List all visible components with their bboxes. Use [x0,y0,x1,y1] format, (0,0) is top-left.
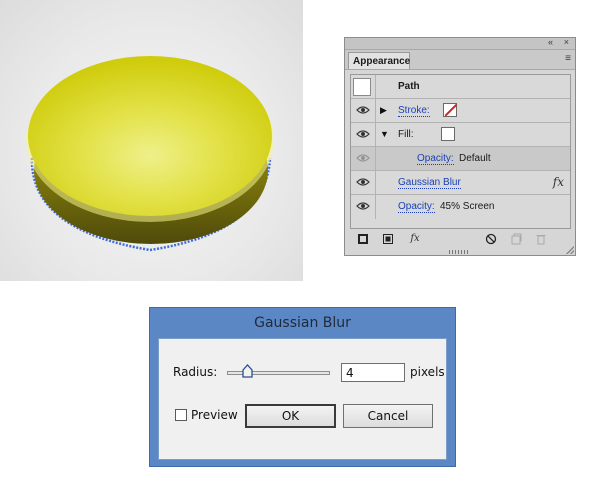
add-new-stroke-icon[interactable] [357,233,369,245]
dialog-title: Gaussian Blur [254,315,351,331]
row-fill[interactable]: ▼ Fill: [351,123,570,147]
radius-label: Radius: [173,365,218,379]
expand-triangle-icon[interactable]: ▶ [380,105,387,116]
add-new-effect-icon[interactable]: fx [405,233,425,245]
collapse-panel-icon[interactable]: « [548,37,553,48]
preview-checkbox[interactable] [175,409,187,421]
opacity-value: 45% Screen [440,201,495,212]
row-gaussian-blur[interactable]: Gaussian Blur fx [351,171,570,195]
fill-swatch[interactable] [441,127,455,141]
eye-icon[interactable] [356,201,370,211]
appearance-panel: « × Appearance ≡ Path ▶ Stroke: ▼ Fill: [344,37,576,256]
fill-opacity-value: Default [459,153,491,164]
dialog-body: Radius: pixels Preview OK Cancel [158,338,447,460]
panel-bottom-toolbar: fx [345,231,575,247]
stroke-swatch[interactable] [443,103,457,117]
radius-input[interactable] [341,363,405,382]
path-thumbnail [353,78,371,96]
path-label: Path [398,81,420,92]
fill-opacity-label[interactable]: Opacity: [417,153,454,165]
resize-handle[interactable] [566,246,574,254]
duplicate-item-icon[interactable] [510,233,522,245]
fx-icon[interactable]: fx [553,175,564,189]
add-new-fill-icon[interactable] [382,233,394,245]
appearance-list: Path ▶ Stroke: ▼ Fill: Opacity: Default [350,74,571,229]
delete-item-icon[interactable] [535,233,547,245]
row-opacity[interactable]: Opacity: 45% Screen [351,195,570,219]
gaussian-blur-link[interactable]: Gaussian Blur [398,177,461,189]
row-fill-opacity[interactable]: Opacity: Default [351,147,570,171]
eye-icon[interactable] [356,105,370,115]
eye-icon[interactable] [356,129,370,139]
row-path[interactable]: Path [351,75,570,99]
ellipse-top [28,56,272,216]
cancel-button[interactable]: Cancel [343,404,433,428]
row-stroke[interactable]: ▶ Stroke: [351,99,570,123]
eye-icon[interactable] [356,177,370,187]
panel-titlebar[interactable]: « × [345,37,575,50]
ellipse-artwork[interactable] [0,0,303,281]
panel-grip[interactable] [449,250,469,254]
close-panel-icon[interactable]: × [564,37,569,48]
pixels-unit-label: pixels [410,365,445,379]
clear-appearance-icon[interactable] [485,233,497,245]
fill-label[interactable]: Fill: [398,129,414,140]
panel-menu-icon[interactable]: ≡ [565,53,571,64]
preview-label[interactable]: Preview [191,408,238,422]
gaussian-blur-dialog: Gaussian Blur Radius: pixels Preview OK … [149,307,456,467]
radius-slider-thumb[interactable] [242,364,253,378]
ok-button[interactable]: OK [245,404,336,428]
collapse-triangle-icon[interactable]: ▼ [380,129,389,139]
stroke-label[interactable]: Stroke: [398,105,430,117]
eye-icon[interactable] [356,153,370,163]
tab-appearance[interactable]: Appearance [348,52,410,69]
artboard[interactable] [0,0,303,281]
opacity-label[interactable]: Opacity: [398,201,435,213]
